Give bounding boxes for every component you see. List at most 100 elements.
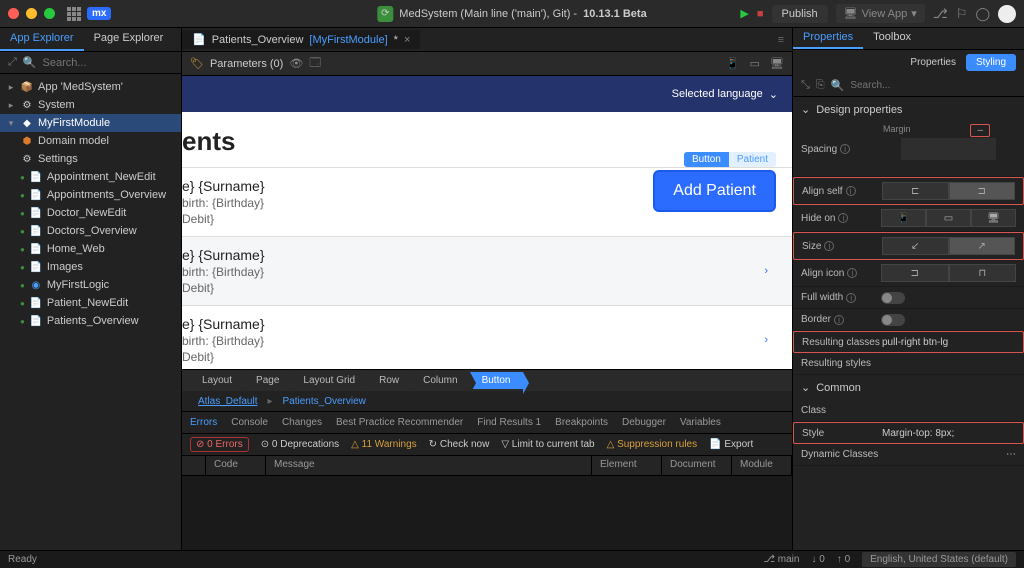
tab-overflow[interactable]: ≡ xyxy=(770,34,792,46)
border-toggle[interactable] xyxy=(881,314,905,326)
tab-debugger[interactable]: Debugger xyxy=(622,417,666,428)
tree-item[interactable]: ●📄Doctors_Overview xyxy=(0,222,181,240)
tree-item[interactable]: ●📄Patient_NewEdit xyxy=(0,294,181,312)
subtab-styling[interactable]: Styling xyxy=(966,54,1016,71)
tab-changes[interactable]: Changes xyxy=(282,417,322,428)
language-status[interactable]: English, United States (default) xyxy=(862,552,1016,567)
tree-settings[interactable]: ⚙Settings xyxy=(0,150,181,168)
limit-tab-button[interactable]: ▽ Limit to current tab xyxy=(501,439,594,450)
export-button[interactable]: 📄 Export xyxy=(709,439,753,450)
close-tab-icon[interactable]: × xyxy=(404,34,410,46)
copy-icon[interactable]: ⎘ xyxy=(816,79,825,92)
tree-module[interactable]: ▾◆MyFirstModule xyxy=(0,114,181,132)
tab-app-explorer[interactable]: App Explorer xyxy=(0,28,84,51)
device-desktop-icon[interactable]: 🖥 xyxy=(770,57,784,70)
branch-status[interactable]: ⎇ main xyxy=(763,554,799,565)
crumb[interactable]: Row xyxy=(367,372,411,389)
hide-tablet[interactable]: ▭ xyxy=(926,209,971,227)
col-code[interactable]: Code xyxy=(206,456,266,475)
col-module[interactable]: Module xyxy=(732,456,792,475)
tab-errors[interactable]: Errors xyxy=(190,417,217,428)
tree-system[interactable]: ▸⚙System xyxy=(0,96,181,114)
tree-item[interactable]: ●📄Images xyxy=(0,258,181,276)
size-large[interactable]: ↗ xyxy=(949,237,1016,255)
list-item[interactable]: e} {Surname} birth: {Birthday} Debit} › xyxy=(182,305,792,369)
device-tablet-icon[interactable]: ▭ xyxy=(750,57,760,70)
crumb[interactable]: Column xyxy=(411,372,469,389)
language-selector[interactable]: Selected language xyxy=(672,88,763,100)
list-item[interactable]: e} {Surname} birth: {Birthday} Debit} › xyxy=(182,167,792,236)
full-width-toggle[interactable] xyxy=(881,292,905,304)
user-avatar[interactable] xyxy=(998,5,1016,23)
more-icon[interactable]: ⋯ xyxy=(1006,449,1016,460)
tab-console[interactable]: Console xyxy=(231,417,268,428)
outgoing-count[interactable]: ↑ 0 xyxy=(837,554,850,565)
align-icon-top[interactable]: ⊓ xyxy=(949,264,1017,282)
tab-properties[interactable]: Properties xyxy=(793,28,863,49)
search-input[interactable] xyxy=(43,57,185,69)
tree-item[interactable]: ●📄Appointments_Overview xyxy=(0,186,181,204)
close-window[interactable] xyxy=(8,8,19,19)
list-item[interactable]: e} {Surname} birth: {Birthday} Debit} › xyxy=(182,236,792,305)
align-self-start[interactable]: ⊏ xyxy=(882,182,949,200)
tree-item[interactable]: ●◉MyFirstLogic xyxy=(0,276,181,294)
tree-item[interactable]: ●📄Appointment_NewEdit xyxy=(0,168,181,186)
editor-tab[interactable]: 📄 Patients_Overview [MyFirstModule] * × xyxy=(182,30,420,49)
tree-item[interactable]: ●📄Patients_Overview xyxy=(0,312,181,330)
crumb-link[interactable]: Atlas_Default xyxy=(198,396,257,407)
run-button[interactable]: ▶ xyxy=(740,7,748,20)
hide-phone[interactable]: 📱 xyxy=(881,209,926,227)
parameters-label[interactable]: Parameters (0) xyxy=(210,58,283,70)
tab-breakpoints[interactable]: Breakpoints xyxy=(555,417,608,428)
tree-domain[interactable]: ⬢Domain model xyxy=(0,132,181,150)
tab-find[interactable]: Find Results 1 xyxy=(477,417,541,428)
dynamic-classes-row[interactable]: Dynamic Classes ⋯ xyxy=(793,444,1024,466)
tab-bpr[interactable]: Best Practice Recommender xyxy=(336,417,463,428)
tree-item[interactable]: ●📄Home_Web xyxy=(0,240,181,258)
tree-item[interactable]: ●📄Doctor_NewEdit xyxy=(0,204,181,222)
hide-desktop[interactable]: 🖥 xyxy=(971,209,1016,227)
warnings-badge[interactable]: △ 11 Warnings xyxy=(351,439,417,450)
common-section[interactable]: ⌄ Common xyxy=(793,375,1024,400)
crumb[interactable]: Layout xyxy=(190,372,244,389)
tab-page-explorer[interactable]: Page Explorer xyxy=(84,28,174,51)
chevron-right-icon: › xyxy=(764,196,768,208)
expand-icon[interactable]: ⤢ xyxy=(8,56,17,69)
col-document[interactable]: Document xyxy=(662,456,732,475)
size-small[interactable]: ↙ xyxy=(882,237,949,255)
project-label: MedSystem (Main line ('main'), Git) - xyxy=(399,8,577,20)
style-row[interactable]: Style Margin-top: 8px; xyxy=(793,422,1024,444)
device-phone-icon[interactable]: 📱 xyxy=(726,57,740,70)
errors-badge[interactable]: ⊘ 0 Errors xyxy=(190,437,249,452)
minimize-window[interactable] xyxy=(26,8,37,19)
stop-button[interactable]: ■ xyxy=(757,8,764,20)
design-section[interactable]: ⌄ Design properties xyxy=(793,97,1024,122)
tab-toolbox[interactable]: Toolbox xyxy=(863,28,921,49)
tab-variables[interactable]: Variables xyxy=(680,417,721,428)
expand-icon[interactable]: ⤡ xyxy=(801,79,810,92)
col-element[interactable]: Element xyxy=(592,456,662,475)
check-now-button[interactable]: ↻ Check now xyxy=(429,439,490,450)
search-input[interactable] xyxy=(850,80,1016,91)
align-icon-right[interactable]: ⊐ xyxy=(881,264,949,282)
subtab-properties[interactable]: Properties xyxy=(900,54,966,71)
col-message[interactable]: Message xyxy=(266,456,592,475)
design-canvas: Selected language ⌄ ents Button Patient … xyxy=(182,76,792,369)
align-self-end[interactable]: ⊐ xyxy=(949,182,1016,200)
crumb[interactable]: Page xyxy=(244,372,291,389)
bell-icon[interactable]: ◯ xyxy=(975,6,990,22)
maximize-window[interactable] xyxy=(44,8,55,19)
crumb[interactable]: Layout Grid xyxy=(291,372,367,389)
crumb-active[interactable]: Button xyxy=(470,372,523,389)
tree-app[interactable]: ▸📦App 'MedSystem' xyxy=(0,78,181,96)
incoming-count[interactable]: ↓ 0 xyxy=(811,554,824,565)
crumb-link[interactable]: Patients_Overview xyxy=(283,396,366,407)
suppression-button[interactable]: △ Suppression rules xyxy=(607,439,698,450)
cart-icon[interactable]: ⚐ xyxy=(956,6,968,22)
apps-grid-icon[interactable] xyxy=(67,7,81,21)
view-app-button[interactable]: 🖥 View App ▾ xyxy=(836,4,925,23)
branch-icon[interactable]: ⎇ xyxy=(933,6,948,22)
deprecations-badge[interactable]: ⊙ 0 Deprecations xyxy=(261,439,339,450)
publish-button[interactable]: Publish xyxy=(772,5,828,23)
class-row[interactable]: Class xyxy=(793,400,1024,422)
